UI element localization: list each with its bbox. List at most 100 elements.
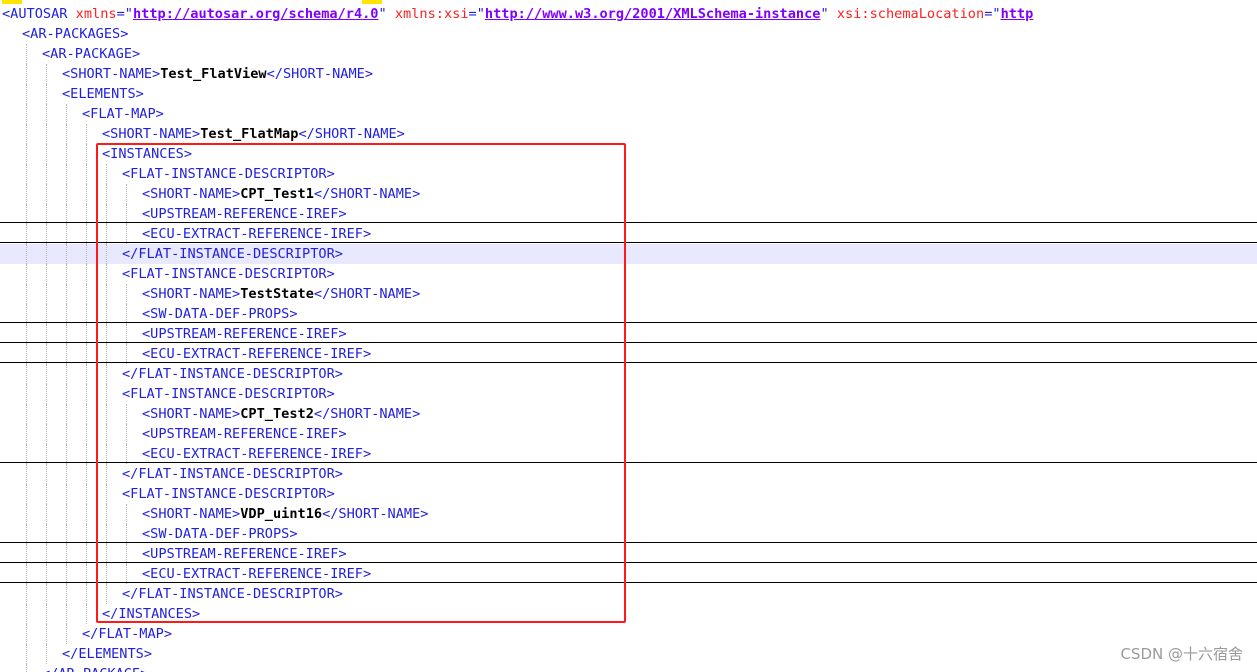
code-line[interactable]: <SHORT-NAME>VDP_uint16</SHORT-NAME> <box>0 504 1257 524</box>
indent-guide <box>26 284 27 304</box>
line-text: <ECU-EXTRACT-REFERENCE-IREF> <box>142 344 371 364</box>
xml-tag: </FLAT-INSTANCE-DESCRIPTOR> <box>122 586 343 602</box>
indent-guide <box>26 244 27 264</box>
line-text: <UPSTREAM-REFERENCE-IREF> <box>142 424 347 444</box>
code-line[interactable]: <UPSTREAM-REFERENCE-IREF> <box>0 424 1257 444</box>
indent-guide <box>126 204 127 224</box>
xml-tag: </AR-PACKAGE> <box>42 666 148 672</box>
xml-attribute-quote: " <box>820 6 829 22</box>
indent-guide <box>126 224 127 244</box>
indent-guide <box>66 624 67 644</box>
code-line[interactable]: <SHORT-NAME>Test_FlatView</SHORT-NAME> <box>0 64 1257 84</box>
code-line[interactable]: <SHORT-NAME>CPT_Test1</SHORT-NAME> <box>0 184 1257 204</box>
indent-guide <box>106 224 107 244</box>
xml-close-tag: </SHORT-NAME> <box>313 406 421 422</box>
code-line[interactable]: </FLAT-INSTANCE-DESCRIPTOR> <box>0 464 1257 484</box>
indent-guide <box>46 64 47 84</box>
indent-guide <box>46 264 47 284</box>
indent-guide <box>66 524 67 544</box>
indent-guide <box>26 564 27 584</box>
code-line[interactable]: <UPSTREAM-REFERENCE-IREF> <box>0 204 1257 224</box>
xml-tag: </FLAT-INSTANCE-DESCRIPTOR> <box>122 246 343 262</box>
indent-guide <box>46 124 47 144</box>
code-line[interactable]: </INSTANCES> <box>0 604 1257 624</box>
xml-tag: <SHORT-NAME> <box>142 186 241 202</box>
code-line[interactable]: <SHORT-NAME>TestState</SHORT-NAME> <box>0 284 1257 304</box>
line-text: <UPSTREAM-REFERENCE-IREF> <box>142 204 347 224</box>
indent-guide <box>86 184 87 204</box>
indent-guide <box>106 284 107 304</box>
indent-guide <box>26 464 27 484</box>
xml-attribute-link[interactable]: http://autosar.org/schema/r4.0 <box>133 6 379 22</box>
indent-guide <box>86 564 87 584</box>
code-line[interactable]: <FLAT-INSTANCE-DESCRIPTOR> <box>0 264 1257 284</box>
line-separator <box>0 462 1257 463</box>
code-line[interactable]: <ECU-EXTRACT-REFERENCE-IREF> <box>0 224 1257 244</box>
xml-editor[interactable]: <AUTOSAR xmlns="http://autosar.org/schem… <box>0 0 1257 672</box>
line-text: </FLAT-MAP> <box>82 624 172 644</box>
code-line[interactable]: <FLAT-INSTANCE-DESCRIPTOR> <box>0 164 1257 184</box>
line-text: <FLAT-INSTANCE-DESCRIPTOR> <box>122 484 335 504</box>
element-text: CPT_Test1 <box>240 186 314 202</box>
indent-guide <box>46 364 47 384</box>
indent-guide <box>46 604 47 624</box>
code-line[interactable]: <AR-PACKAGE> <box>0 44 1257 64</box>
code-line[interactable]: </FLAT-INSTANCE-DESCRIPTOR> <box>0 584 1257 604</box>
xml-tag: <FLAT-INSTANCE-DESCRIPTOR> <box>122 266 335 282</box>
code-line[interactable]: <UPSTREAM-REFERENCE-IREF> <box>0 324 1257 344</box>
line-text: <FLAT-INSTANCE-DESCRIPTOR> <box>122 264 335 284</box>
code-line[interactable]: </FLAT-INSTANCE-DESCRIPTOR> <box>0 244 1257 264</box>
code-line[interactable]: <SHORT-NAME>CPT_Test2</SHORT-NAME> <box>0 404 1257 424</box>
line-separator <box>0 222 1257 223</box>
code-line[interactable]: <SW-DATA-DEF-PROPS> <box>0 524 1257 544</box>
code-line[interactable]: <AUTOSAR xmlns="http://autosar.org/schem… <box>0 4 1257 24</box>
indent-guide <box>26 624 27 644</box>
code-line[interactable]: <FLAT-INSTANCE-DESCRIPTOR> <box>0 484 1257 504</box>
code-line[interactable]: <SW-DATA-DEF-PROPS> <box>0 304 1257 324</box>
line-text: <SW-DATA-DEF-PROPS> <box>142 524 298 544</box>
code-line[interactable]: <ELEMENTS> <box>0 84 1257 104</box>
indent-guide <box>66 144 67 164</box>
xml-tag: <FLAT-INSTANCE-DESCRIPTOR> <box>122 386 335 402</box>
code-line[interactable]: </ELEMENTS> <box>0 644 1257 664</box>
indent-guide <box>46 244 47 264</box>
indent-guide <box>66 284 67 304</box>
code-line[interactable]: <ECU-EXTRACT-REFERENCE-IREF> <box>0 564 1257 584</box>
code-line[interactable]: <SHORT-NAME>Test_FlatMap</SHORT-NAME> <box>0 124 1257 144</box>
xml-attribute-name: xmlns <box>75 6 117 22</box>
indent-guide <box>106 404 107 424</box>
indent-guide <box>86 264 87 284</box>
code-line[interactable]: <FLAT-MAP> <box>0 104 1257 124</box>
code-line[interactable]: </FLAT-INSTANCE-DESCRIPTOR> <box>0 364 1257 384</box>
indent-guide <box>86 404 87 424</box>
code-line[interactable]: <ECU-EXTRACT-REFERENCE-IREF> <box>0 444 1257 464</box>
code-line[interactable]: <UPSTREAM-REFERENCE-IREF> <box>0 544 1257 564</box>
indent-guide <box>26 224 27 244</box>
indent-guide <box>66 484 67 504</box>
indent-guide <box>86 344 87 364</box>
code-line[interactable]: <AR-PACKAGES> <box>0 24 1257 44</box>
xml-tag: </FLAT-MAP> <box>82 626 173 642</box>
code-line[interactable]: <INSTANCES> <box>0 144 1257 164</box>
indent-guide <box>66 544 67 564</box>
code-line[interactable]: <FLAT-INSTANCE-DESCRIPTOR> <box>0 384 1257 404</box>
indent-guide <box>46 444 47 464</box>
line-text: </FLAT-INSTANCE-DESCRIPTOR> <box>122 584 343 604</box>
xml-close-tag: </SHORT-NAME> <box>322 506 429 522</box>
xml-attribute-link[interactable]: http://www.w3.org/2001/XMLSchema-instanc… <box>485 6 821 22</box>
indent-guide <box>66 304 67 324</box>
indent-guide <box>66 364 67 384</box>
element-text: Test_FlatMap <box>200 126 299 142</box>
line-text: <SHORT-NAME>VDP_uint16</SHORT-NAME> <box>142 504 428 524</box>
xml-attribute-link[interactable]: http <box>1001 6 1034 22</box>
xml-tag: <ECU-EXTRACT-REFERENCE-IREF> <box>142 346 372 362</box>
code-line[interactable]: </AR-PACKAGE> <box>0 664 1257 672</box>
indent-guide <box>66 604 67 624</box>
code-line[interactable]: </FLAT-MAP> <box>0 624 1257 644</box>
code-line[interactable]: <ECU-EXTRACT-REFERENCE-IREF> <box>0 344 1257 364</box>
xml-close-tag: </SHORT-NAME> <box>298 126 405 142</box>
indent-guide <box>126 344 127 364</box>
xml-tag: <SHORT-NAME> <box>62 66 161 82</box>
indent-guide <box>26 604 27 624</box>
indent-guide <box>26 124 27 144</box>
